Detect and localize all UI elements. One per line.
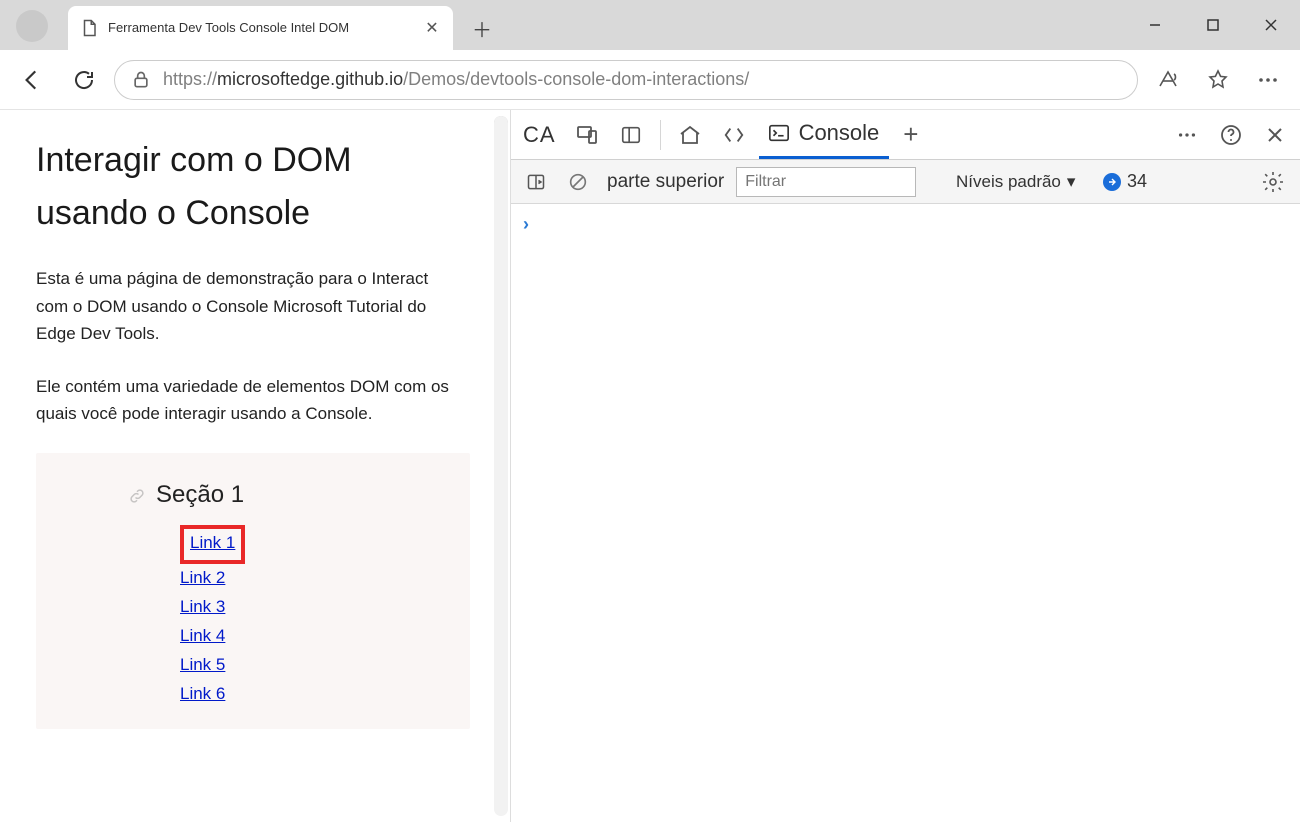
page-paragraph: Esta é uma página de demonstração para o… bbox=[36, 265, 456, 347]
clear-console-icon[interactable] bbox=[561, 167, 595, 197]
device-toggle-icon[interactable] bbox=[568, 116, 606, 154]
lock-icon bbox=[131, 70, 151, 90]
read-aloud-button[interactable] bbox=[1146, 58, 1190, 102]
devtools-tabbar: CA Console + bbox=[511, 110, 1300, 160]
list-link[interactable]: Link 6 bbox=[180, 680, 350, 709]
help-button[interactable] bbox=[1212, 116, 1250, 154]
console-body[interactable]: › bbox=[511, 204, 1300, 822]
new-tab-button[interactable]: ＋ bbox=[468, 14, 496, 42]
close-window-button[interactable] bbox=[1242, 0, 1300, 50]
close-tab-button[interactable]: ✕ bbox=[423, 19, 441, 37]
file-icon bbox=[80, 19, 98, 37]
section-card: Seção 1 Link 1 Link 2 Link 3 Link 4 Link… bbox=[36, 453, 470, 728]
console-tab[interactable]: Console bbox=[759, 111, 890, 159]
link-icon bbox=[128, 487, 146, 505]
devtools-pane: CA Console + bbox=[510, 110, 1300, 822]
list-link[interactable]: Link 2 bbox=[180, 564, 350, 593]
console-icon bbox=[767, 122, 791, 144]
maximize-button[interactable] bbox=[1184, 0, 1242, 50]
window-titlebar: Ferramenta Dev Tools Console Intel DOM ✕… bbox=[0, 0, 1300, 50]
address-bar: https://microsoftedge.github.io/Demos/de… bbox=[0, 50, 1300, 110]
divider bbox=[660, 120, 661, 150]
page-title: Interagir com o DOM usando o Console bbox=[36, 134, 470, 239]
more-button[interactable] bbox=[1246, 58, 1290, 102]
minimize-button[interactable] bbox=[1126, 0, 1184, 50]
profile-avatar[interactable] bbox=[16, 10, 48, 42]
welcome-tab-icon[interactable] bbox=[671, 116, 709, 154]
back-button[interactable] bbox=[10, 58, 54, 102]
issue-dot-icon bbox=[1103, 173, 1121, 191]
highlighted-link: Link 1 bbox=[180, 525, 245, 564]
section-heading: Seção 1 bbox=[156, 481, 350, 509]
issues-badge[interactable]: 34 bbox=[1103, 171, 1147, 192]
main-area: Interagir com o DOM usando o Console Est… bbox=[0, 110, 1300, 822]
log-levels-selector[interactable]: Níveis padrão ▾ bbox=[956, 172, 1075, 192]
context-selector[interactable]: parte superior bbox=[603, 171, 728, 193]
add-tab-button[interactable]: + bbox=[895, 119, 926, 150]
console-toolbar: parte superior Níveis padrão ▾ 34 bbox=[511, 160, 1300, 204]
console-prompt: › bbox=[523, 214, 529, 234]
tab-title: Ferramenta Dev Tools Console Intel DOM bbox=[108, 21, 413, 35]
list-link[interactable]: Link 4 bbox=[180, 622, 350, 651]
list-link[interactable]: Link 3 bbox=[180, 593, 350, 622]
console-tab-label: Console bbox=[799, 120, 880, 146]
url-input[interactable]: https://microsoftedge.github.io/Demos/de… bbox=[114, 60, 1138, 100]
filter-input[interactable] bbox=[736, 167, 916, 197]
toggle-sidebar-icon[interactable] bbox=[519, 167, 553, 197]
url-text: https://microsoftedge.github.io/Demos/de… bbox=[163, 69, 749, 90]
dock-side-icon[interactable] bbox=[612, 116, 650, 154]
elements-tab-icon[interactable] bbox=[715, 116, 753, 154]
console-settings-icon[interactable] bbox=[1256, 167, 1290, 197]
favorite-button[interactable] bbox=[1196, 58, 1240, 102]
devtools-close-button[interactable] bbox=[1256, 116, 1294, 154]
chevron-down-icon: ▾ bbox=[1067, 172, 1076, 192]
list-link[interactable]: Link 1 bbox=[190, 529, 235, 558]
page-paragraph: Ele contém uma variedade de elementos DO… bbox=[36, 373, 456, 427]
refresh-button[interactable] bbox=[62, 58, 106, 102]
window-controls bbox=[1126, 0, 1300, 50]
devtools-more-button[interactable] bbox=[1168, 116, 1206, 154]
list-link[interactable]: Link 5 bbox=[180, 651, 350, 680]
content-pane: Interagir com o DOM usando o Console Est… bbox=[0, 110, 510, 822]
scrollbar-thumb[interactable] bbox=[494, 116, 508, 276]
link-list: Link 1 Link 2 Link 3 Link 4 Link 5 Link … bbox=[156, 525, 350, 708]
inspect-label[interactable]: CA bbox=[517, 122, 562, 148]
browser-tab[interactable]: Ferramenta Dev Tools Console Intel DOM ✕ bbox=[68, 6, 453, 50]
